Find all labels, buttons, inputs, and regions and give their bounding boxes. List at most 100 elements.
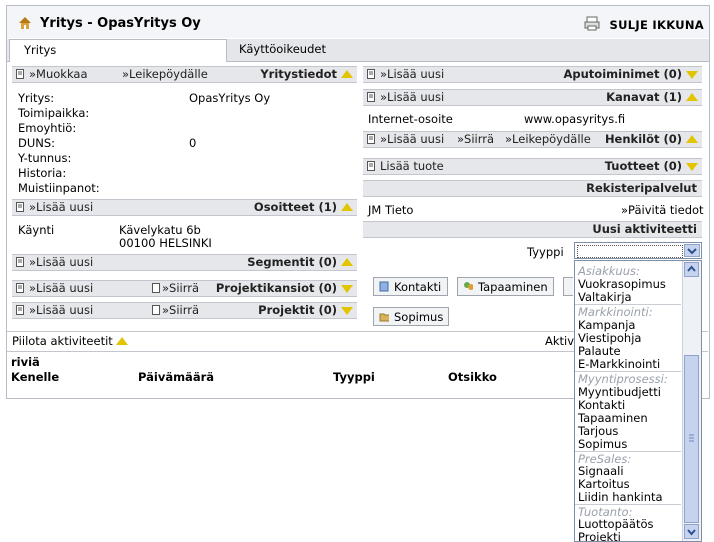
- address-type: Käynti: [18, 223, 55, 237]
- option[interactable]: Luottopäätös: [578, 517, 654, 531]
- option[interactable]: Valtakirja: [578, 290, 632, 304]
- option-group: Myyntiprosessi:: [578, 372, 668, 386]
- add-channel-link[interactable]: »Lisää uusi: [380, 90, 444, 105]
- company-info-bar: »Muokkaa »Leikepöydälle Yritystiedot: [12, 66, 357, 83]
- type-dropdown-list[interactable]: Asiakkuus: Vuokrasopimus Valtakirja Mark…: [574, 260, 702, 542]
- field-label: Y-tunnus:: [18, 151, 72, 165]
- folder-icon: [379, 313, 389, 322]
- kontakti-button[interactable]: Kontakti: [373, 277, 448, 296]
- clipboard-link[interactable]: »Leikepöydälle: [122, 67, 208, 82]
- move-link[interactable]: »Siirrä: [162, 303, 199, 318]
- window-title: Yritys - OpasYritys Oy: [40, 16, 201, 31]
- add-icon: [367, 92, 375, 102]
- field-label: Historia:: [18, 166, 67, 180]
- column-header[interactable]: Päivämäärä: [138, 370, 214, 384]
- add-aux-name-link[interactable]: »Lisää uusi: [380, 67, 444, 82]
- dropdown-scrollbar[interactable]: [682, 261, 701, 541]
- move-link[interactable]: »Siirrä: [162, 281, 199, 296]
- expand-down-icon[interactable]: [341, 285, 353, 293]
- segments-bar: »Lisää uusi Segmentit (0): [12, 254, 357, 271]
- field-value: 0: [189, 136, 197, 150]
- update-info-link[interactable]: »Päivitä tiedot: [621, 203, 704, 217]
- option[interactable]: Kontakti: [578, 398, 625, 412]
- add-product-link[interactable]: Lisää tuote: [380, 159, 444, 174]
- button-label: Tapaaminen: [478, 280, 548, 294]
- option[interactable]: Tarjous: [578, 424, 618, 438]
- add-address-link[interactable]: »Lisää uusi: [29, 200, 93, 215]
- meeting-icon: [464, 282, 473, 290]
- aux-names-title: Aputoiminimet (0): [563, 67, 682, 81]
- type-label: Tyyppi: [527, 245, 564, 259]
- add-icon: [16, 305, 24, 315]
- collapse-up-icon[interactable]: [341, 70, 353, 78]
- chevron-down-icon[interactable]: [684, 244, 700, 257]
- field-label: Yritys:: [18, 91, 55, 105]
- company-info-title: Yritystiedot: [260, 67, 337, 81]
- home-icon: [19, 17, 31, 29]
- option[interactable]: Viestipohja: [578, 331, 641, 345]
- tab-kayttooikeudet[interactable]: Käyttöoikeudet: [237, 39, 326, 61]
- add-segment-link[interactable]: »Lisää uusi: [29, 255, 93, 270]
- add-project-link[interactable]: »Lisää uusi: [29, 303, 93, 318]
- column-header[interactable]: Tyyppi: [333, 370, 375, 384]
- add-icon: [367, 161, 375, 171]
- option[interactable]: Myyntibudjetti: [578, 385, 661, 399]
- tab-bar: Yritys Käyttöoikeudet: [7, 39, 709, 62]
- products-bar: Lisää tuote Tuotteet (0): [363, 158, 702, 175]
- hide-activities-link[interactable]: Piilota aktiviteetit: [12, 334, 113, 348]
- title-bar: Yritys - OpasYritys Oy SULJE IKKUNA: [7, 6, 709, 38]
- option[interactable]: Tapaaminen: [578, 411, 648, 425]
- tapaaminen-button[interactable]: Tapaaminen: [457, 277, 554, 296]
- field-label: Emoyhtiö:: [18, 121, 77, 135]
- field-label: DUNS:: [18, 136, 56, 150]
- option[interactable]: Signaali: [578, 464, 624, 478]
- scroll-down-icon[interactable]: [684, 524, 699, 539]
- expand-down-icon[interactable]: [341, 307, 353, 315]
- option-group: Asiakkuus:: [578, 264, 640, 278]
- close-window-link[interactable]: SULJE IKKUNA: [610, 18, 704, 32]
- products-title: Tuotteet (0): [604, 159, 682, 173]
- add-person-link[interactable]: »Lisää uusi: [380, 132, 444, 147]
- scroll-up-icon[interactable]: [684, 262, 699, 277]
- option[interactable]: Kartoitus: [578, 477, 630, 491]
- channel-label: Internet-osoite: [368, 112, 453, 126]
- collapse-up-icon[interactable]: [116, 337, 128, 345]
- collapse-up-icon[interactable]: [686, 135, 698, 143]
- option[interactable]: E-Markkinointi: [578, 357, 660, 371]
- clipboard-link[interactable]: »Leikepöydälle: [505, 132, 591, 147]
- expand-down-icon[interactable]: [686, 163, 698, 171]
- tab-yritys[interactable]: Yritys: [9, 39, 227, 62]
- option[interactable]: Kampanja: [578, 318, 635, 332]
- button-label: Kontakti: [394, 280, 442, 294]
- expand-down-icon[interactable]: [686, 71, 698, 79]
- type-select[interactable]: [574, 242, 702, 259]
- collapse-up-icon[interactable]: [341, 203, 353, 211]
- projects-bar: »Lisää uusi »Siirrä Projektit (0): [12, 302, 357, 319]
- segments-title: Segmentit (0): [247, 255, 337, 269]
- add-project-folder-link[interactable]: »Lisää uusi: [29, 281, 93, 296]
- rows-label: riviä: [11, 355, 40, 369]
- new-activity-title: Uusi aktiviteetti: [592, 222, 697, 236]
- channel-value[interactable]: www.opasyritys.fi: [524, 112, 625, 126]
- option[interactable]: Palaute: [578, 344, 621, 358]
- add-icon: [367, 134, 375, 144]
- project-folders-bar: »Lisää uusi »Siirrä Projektikansiot (0): [12, 280, 357, 297]
- column-header[interactable]: Otsikko: [448, 370, 497, 384]
- printer-icon[interactable]: [584, 16, 600, 31]
- column-header[interactable]: Kenelle: [11, 370, 59, 384]
- option[interactable]: Sopimus: [578, 437, 627, 451]
- addresses-title: Osoitteet (1): [253, 200, 337, 214]
- collapse-up-icon[interactable]: [686, 93, 698, 101]
- edit-link[interactable]: »Muokkaa: [29, 67, 88, 82]
- option-group: Markkinointi:: [578, 305, 653, 319]
- hidden-button-edge[interactable]: [563, 277, 573, 296]
- scroll-thumb[interactable]: [684, 355, 699, 523]
- option[interactable]: Vuokrasopimus: [578, 277, 666, 291]
- collapse-up-icon[interactable]: [341, 258, 353, 266]
- sopimus-button[interactable]: Sopimus: [373, 307, 449, 326]
- registry-provider: JM Tieto: [368, 203, 414, 217]
- option[interactable]: Liidin hankinta: [578, 490, 663, 504]
- move-icon: [152, 283, 160, 293]
- option[interactable]: Projekti: [578, 530, 621, 541]
- move-link[interactable]: »Siirrä: [457, 132, 494, 147]
